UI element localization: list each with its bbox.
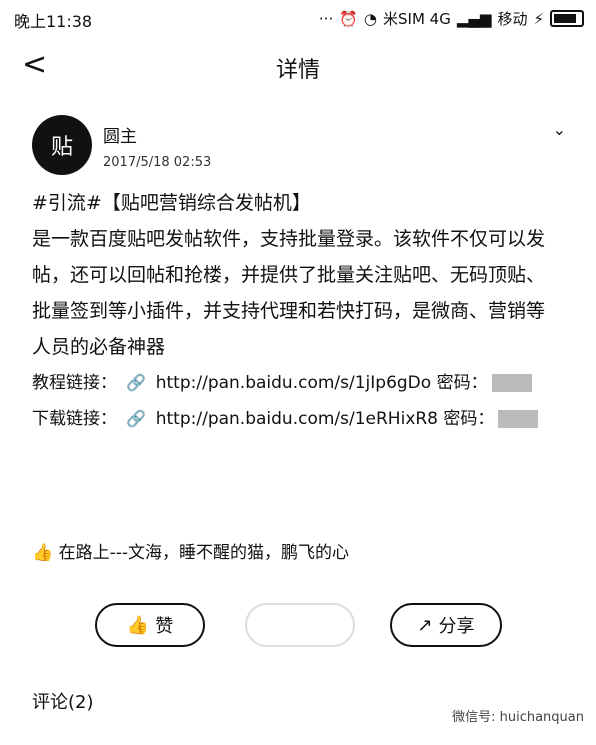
thumbs-up-icon: 👍 <box>32 543 54 563</box>
alarm-icon: ⏰ <box>339 9 358 28</box>
post-heading: #引流#【贴吧营销综合发帖机】 <box>32 192 311 214</box>
status-bar: 晚上11:38 ··· ⏰ ◔ 米SIM 4G ▂▄▆ 移动 ⚡ <box>0 0 596 36</box>
chevron-down-icon[interactable]: ⌄ <box>553 120 566 139</box>
password-label: 密码： <box>443 409 495 429</box>
tutorial-label: 教程链接： <box>32 373 117 393</box>
tutorial-link-row: 教程链接： 🔗 http://pan.baidu.com/s/1jIp6gDo … <box>32 365 562 401</box>
share-button[interactable]: ↗ 分享 <box>390 603 502 647</box>
share-label: 分享 <box>438 616 475 637</box>
watermark: 微信号: huichanquan <box>452 710 584 725</box>
page-title: 详情 <box>275 58 320 83</box>
status-icons: ··· ⏰ ◔ 米SIM 4G ▂▄▆ 移动 ⚡ <box>319 8 584 29</box>
status-time: 晚上11:38 <box>14 12 93 31</box>
tutorial-link[interactable]: http://pan.baidu.com/s/1jIp6gDo <box>156 373 431 393</box>
avatar[interactable]: 贴 <box>32 115 92 175</box>
link-icon: 🔗 <box>126 409 147 428</box>
likes-line: 👍 在路上---文海，睡不醒的猫，鹏飞的心 <box>32 538 349 563</box>
blurred-password <box>498 410 539 428</box>
header: < 详情 <box>0 36 596 96</box>
download-link[interactable]: http://pan.baidu.com/s/1eRHixR8 <box>156 409 438 429</box>
post-body: 是一款百度贴吧发帖软件，支持批量登录。该软件不仅可以发帖，还可以回帖和抢楼，并提… <box>32 228 546 358</box>
wifi-icon: ◔ <box>363 9 377 28</box>
share-icon: ↗ <box>417 614 433 636</box>
likers-text[interactable]: 在路上---文海，睡不醒的猫，鹏飞的心 <box>59 543 349 563</box>
thumbs-up-icon: 👍 <box>126 614 150 636</box>
like-button[interactable]: 👍 赞 <box>95 603 205 647</box>
blurred-password <box>491 374 532 392</box>
author-name[interactable]: 圆主 <box>103 122 137 147</box>
post-date: 2017/5/18 02:53 <box>103 155 212 170</box>
battery-icon <box>550 10 584 27</box>
signal-icon: ▂▄▆ <box>456 9 492 28</box>
password-label: 密码： <box>436 373 488 393</box>
carrier-label: 米SIM 4G <box>383 10 451 28</box>
comments-label[interactable]: 评论(2) <box>32 688 94 714</box>
download-link-row: 下载链接： 🔗 http://pan.baidu.com/s/1eRHixR8 … <box>32 401 562 437</box>
charging-icon: ⚡ <box>533 9 544 28</box>
dots-icon: ··· <box>318 9 334 28</box>
post-content: #引流#【贴吧营销综合发帖机】 是一款百度贴吧发帖软件，支持批量登录。该软件不仅… <box>32 185 562 437</box>
blurred-button[interactable] <box>245 603 355 647</box>
download-label: 下载链接： <box>32 409 117 429</box>
link-icon: 🔗 <box>126 373 147 392</box>
like-label: 赞 <box>155 616 174 637</box>
operator-label: 移动 <box>497 10 528 28</box>
